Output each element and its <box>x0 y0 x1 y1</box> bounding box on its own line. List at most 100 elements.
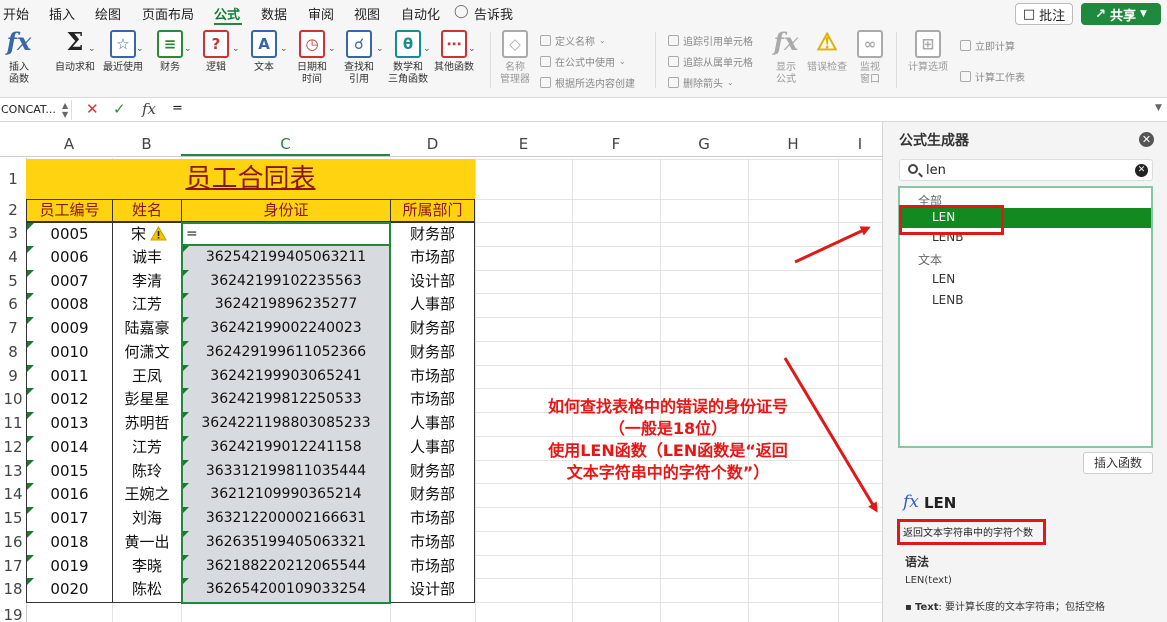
id-card-cell[interactable]: 3624219896235277 <box>181 293 391 318</box>
column-header-h[interactable]: H <box>748 133 838 156</box>
column-header-c[interactable]: C <box>181 133 390 156</box>
use-in-formula-button[interactable]: 在公式中使用 ⌄ <box>540 54 626 69</box>
error-indicator-icon[interactable] <box>27 317 34 324</box>
list-item-lenb-text[interactable]: LENB <box>932 293 963 307</box>
id-card-cell[interactable]: 36242199903065241 <box>181 364 391 390</box>
name-cell[interactable]: 刘海 <box>112 507 182 532</box>
name-manager-button[interactable]: ◇ 名称 管理器 <box>497 30 533 86</box>
name-cell[interactable]: 李晓 <box>112 554 182 580</box>
checkmark-icon[interactable]: ✓ <box>113 100 126 118</box>
error-indicator-icon[interactable] <box>27 435 34 443</box>
show-formulas-button[interactable]: fx 显示 公式 <box>770 30 802 86</box>
row-header-1[interactable]: 1 <box>0 159 26 199</box>
department-cell[interactable]: 市场部 <box>390 388 475 413</box>
error-check-button[interactable]: ⚠ 错误检查 <box>805 30 849 74</box>
row-header-10[interactable]: 10 <box>0 388 26 412</box>
table-title-cell[interactable]: 员工合同表 <box>26 159 475 199</box>
id-card-cell[interactable]: 36242199012241158 <box>181 435 391 461</box>
row-header-2[interactable]: 2 <box>0 199 26 222</box>
row-header-14[interactable]: 14 <box>0 483 26 507</box>
column-header-a[interactable]: A <box>26 133 112 156</box>
error-indicator-icon[interactable] <box>182 459 189 467</box>
define-name-button[interactable]: 定义名称 ⌄ <box>540 33 606 48</box>
department-cell[interactable]: 市场部 <box>390 507 475 532</box>
id-card-cell[interactable]: 36242199812250533 <box>181 388 391 413</box>
error-indicator-icon[interactable] <box>27 388 34 396</box>
row-header-15[interactable]: 15 <box>0 507 26 531</box>
worksheet-grid[interactable]: ABCDEFGHI 1 2 3 4 5 6 7 8 9 10 11 12 13 14 15 16 17 18 19 … <box>0 122 882 622</box>
column-header-e[interactable]: E <box>475 133 572 156</box>
employee-id-cell[interactable]: 0019 <box>26 554 113 580</box>
id-card-cell[interactable]: 362188220212065544 <box>181 554 391 580</box>
department-cell[interactable]: 财务部 <box>390 340 475 366</box>
tab-data[interactable]: 数据 <box>261 4 287 23</box>
text-button[interactable]: A 文本 <box>246 30 282 74</box>
name-cell[interactable]: 黄一出 <box>112 530 182 556</box>
tab-view[interactable]: 视图 <box>354 4 380 23</box>
row-header-16[interactable]: 16 <box>0 530 26 555</box>
name-cell[interactable]: 诚丰 <box>112 245 182 271</box>
column-header-d[interactable]: D <box>390 133 475 156</box>
tab-review[interactable]: 审阅 <box>308 4 334 23</box>
formula-input[interactable]: = <box>172 101 183 116</box>
row-header-7[interactable]: 7 <box>0 317 26 341</box>
error-indicator-icon[interactable] <box>182 435 189 443</box>
active-cell-editor[interactable]: = <box>181 222 391 246</box>
name-cell[interactable]: 陈玲 <box>112 459 182 485</box>
error-indicator-icon[interactable] <box>27 340 34 348</box>
employee-id-cell[interactable]: 0018 <box>26 530 113 556</box>
id-card-cell[interactable]: 362429199611052366 <box>181 340 391 366</box>
error-indicator-icon[interactable] <box>27 483 34 491</box>
name-cell[interactable]: 江芳 <box>112 435 182 461</box>
chevron-down-icon[interactable]: ▼ <box>1155 103 1162 113</box>
chevron-down-icon[interactable]: ⌄ <box>468 44 476 54</box>
employee-id-cell[interactable]: 0006 <box>26 245 113 271</box>
error-indicator-icon[interactable] <box>27 412 34 419</box>
tab-page-layout[interactable]: 页面布局 <box>142 4 194 23</box>
row-header-3[interactable]: 3 <box>0 222 26 246</box>
tab-home[interactable]: 开始 <box>3 4 29 23</box>
row-header-4[interactable]: 4 <box>0 245 26 270</box>
id-card-cell[interactable]: 362654200109033254 <box>181 578 391 603</box>
error-indicator-icon[interactable] <box>182 412 189 419</box>
error-indicator-icon[interactable] <box>182 388 189 396</box>
chevron-down-icon[interactable]: ⌄ <box>232 44 240 54</box>
row-header-8[interactable]: 8 <box>0 340 26 365</box>
employee-id-cell[interactable]: 0014 <box>26 435 113 461</box>
error-indicator-icon[interactable] <box>182 340 189 348</box>
id-card-cell[interactable]: 363212200002166631 <box>181 507 391 532</box>
error-indicator-icon[interactable] <box>182 507 189 514</box>
department-cell[interactable]: 财务部 <box>390 483 475 508</box>
insert-function-button[interactable]: fx 插入 函数 <box>4 30 34 86</box>
error-indicator-icon[interactable] <box>182 269 189 277</box>
chevron-down-icon[interactable]: ⌄ <box>376 44 384 54</box>
error-indicator-icon[interactable] <box>182 245 189 253</box>
close-icon[interactable]: ✕ <box>1139 132 1154 147</box>
row-header-9[interactable]: 9 <box>0 364 26 389</box>
department-cell[interactable]: 市场部 <box>390 554 475 580</box>
department-cell[interactable]: 财务部 <box>390 317 475 342</box>
column-header-f[interactable]: F <box>572 133 660 156</box>
row-header-17[interactable]: 17 <box>0 554 26 579</box>
error-indicator-icon[interactable] <box>182 293 189 301</box>
calc-now-button[interactable]: 立即计算 <box>960 38 1015 53</box>
trace-precedents-button[interactable]: 追踪引用单元格 <box>668 33 753 48</box>
column-header-g[interactable]: G <box>660 133 748 156</box>
error-indicator-icon[interactable] <box>27 223 34 230</box>
id-card-cell[interactable]: 3624221198803085233 <box>181 412 391 437</box>
name-cell[interactable]: 彭星星 <box>112 388 182 413</box>
employee-id-cell[interactable]: 0007 <box>26 269 113 295</box>
create-from-selection-button[interactable]: 根据所选内容创建 <box>540 75 635 90</box>
chevron-down-icon[interactable]: ⌄ <box>280 44 288 54</box>
department-cell[interactable]: 人事部 <box>390 293 475 318</box>
department-cell[interactable]: 财务部 <box>390 459 475 485</box>
employee-id-cell[interactable]: 0009 <box>26 317 113 342</box>
header-employee-id[interactable]: 员工编号 <box>26 199 113 222</box>
remove-arrows-button[interactable]: 删除箭头 ⌄ <box>668 75 734 90</box>
error-indicator-icon[interactable] <box>182 578 189 586</box>
employee-id-cell[interactable]: 0010 <box>26 340 113 366</box>
error-indicator-icon[interactable] <box>27 269 34 277</box>
comments-button[interactable]: □ 批注 <box>1015 3 1073 25</box>
warning-icon[interactable] <box>150 226 167 241</box>
name-cell[interactable]: 王婉之 <box>112 483 182 508</box>
